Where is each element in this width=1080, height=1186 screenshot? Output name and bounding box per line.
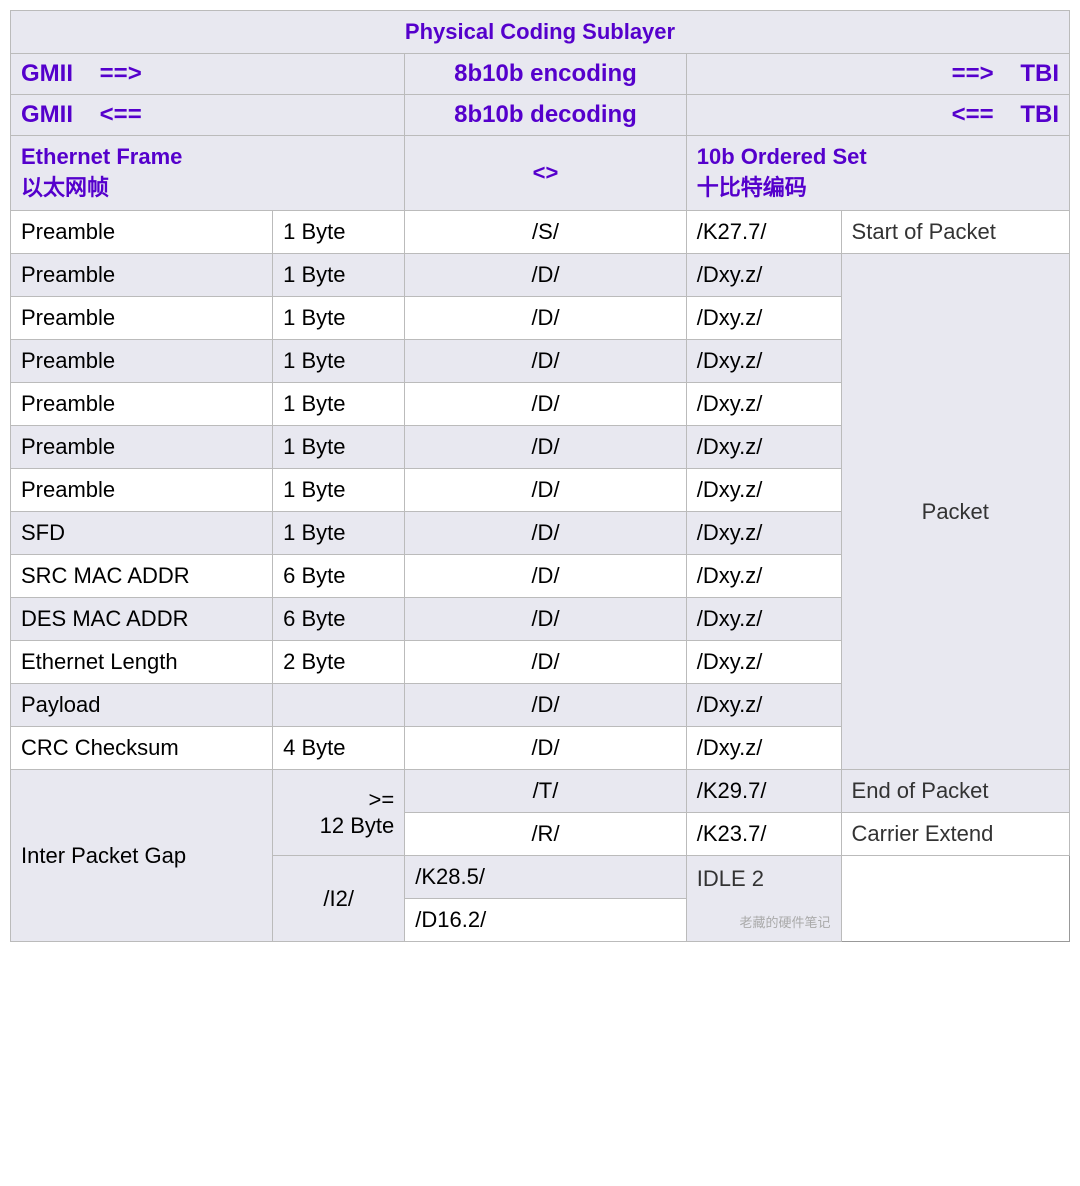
col-header-eth-zh: 以太网帧: [21, 175, 109, 200]
field-size-0: 1 Byte: [273, 211, 405, 254]
carrier-extend-cell: Carrier Extend: [841, 813, 1069, 856]
field-size-6: 1 Byte: [273, 469, 405, 512]
ipg-d1-1: /T/: [405, 770, 687, 813]
start-of-packet-cell: Start of Packet: [841, 211, 1069, 254]
field-name-7: SFD: [11, 512, 273, 555]
end-of-packet-cell: End of Packet: [841, 770, 1069, 813]
ipg-name-cell: Inter Packet Gap: [11, 770, 273, 942]
field-d2-9: /Dxy.z/: [686, 598, 841, 641]
field-size-8: 6 Byte: [273, 555, 405, 598]
field-d2-8: /Dxy.z/: [686, 555, 841, 598]
ipg-row-1: Inter Packet Gap >=12 Byte /T/ /K29.7/ E…: [11, 770, 1070, 813]
field-d2-6: /Dxy.z/: [686, 469, 841, 512]
field-d1-4: /D/: [405, 383, 687, 426]
field-d1-5: /D/: [405, 426, 687, 469]
field-size-4: 1 Byte: [273, 383, 405, 426]
field-d1-8: /D/: [405, 555, 687, 598]
gmii-right-2: <== TBI: [686, 95, 1069, 136]
idle-label: IDLE 2: [697, 866, 764, 891]
field-d1-7: /D/: [405, 512, 687, 555]
gmii-row-1: GMII ==> 8b10b encoding ==> TBI: [11, 54, 1070, 95]
ipg-d2-2: /K23.7/: [686, 813, 841, 856]
title-row: Physical Coding Sublayer: [11, 11, 1070, 54]
field-d2-10: /Dxy.z/: [686, 641, 841, 684]
field-name-9: DES MAC ADDR: [11, 598, 273, 641]
field-d1-10: /D/: [405, 641, 687, 684]
field-d1-2: /D/: [405, 297, 687, 340]
field-size-9: 6 Byte: [273, 598, 405, 641]
watermark-label: 老藏的硬件笔记: [697, 912, 831, 931]
col-header-arrow: <>: [405, 136, 687, 211]
field-d2-11: /Dxy.z/: [686, 684, 841, 727]
data-row-0: Preamble 1 Byte /S/ /K27.7/ Start of Pac…: [11, 211, 1070, 254]
field-d2-4: /Dxy.z/: [686, 383, 841, 426]
field-name-2: Preamble: [11, 297, 273, 340]
field-name-5: Preamble: [11, 426, 273, 469]
field-d2-12: /Dxy.z/: [686, 727, 841, 770]
col-header-ordered-zh: 十比特编码: [697, 175, 807, 200]
field-d1-1: /D/: [405, 254, 687, 297]
field-d1-11: /D/: [405, 684, 687, 727]
ipg-d2-3a: /K28.5/: [405, 856, 687, 899]
gmii-left-2: GMII <==: [11, 95, 405, 136]
field-size-1: 1 Byte: [273, 254, 405, 297]
page-title: Physical Coding Sublayer: [11, 11, 1070, 54]
gmii-row-2: GMII <== 8b10b decoding <== TBI: [11, 95, 1070, 136]
gmii-left-1: GMII ==>: [11, 54, 405, 95]
field-d1-6: /D/: [405, 469, 687, 512]
field-d2-0: /K27.7/: [686, 211, 841, 254]
field-d2-3: /Dxy.z/: [686, 340, 841, 383]
field-name-0: Preamble: [11, 211, 273, 254]
field-d1-0: /S/: [405, 211, 687, 254]
col-header-ordered-set: 10b Ordered Set 十比特编码: [686, 136, 1069, 211]
gmii-mid-2: 8b10b decoding: [405, 95, 687, 136]
field-size-10: 2 Byte: [273, 641, 405, 684]
field-d1-9: /D/: [405, 598, 687, 641]
field-name-12: CRC Checksum: [11, 727, 273, 770]
field-size-7: 1 Byte: [273, 512, 405, 555]
ipg-d1-3: /I2/: [273, 856, 405, 942]
field-d1-3: /D/: [405, 340, 687, 383]
field-name-8: SRC MAC ADDR: [11, 555, 273, 598]
ipg-size-cell: >=12 Byte: [273, 770, 405, 856]
main-table: Physical Coding Sublayer GMII ==> 8b10b …: [10, 10, 1070, 942]
field-name-4: Preamble: [11, 383, 273, 426]
col-header-ethernet: Ethernet Frame 以太网帧: [11, 136, 405, 211]
field-size-5: 1 Byte: [273, 426, 405, 469]
packet-span-cell: Packet: [841, 254, 1069, 770]
ipg-d2-1: /K29.7/: [686, 770, 841, 813]
field-name-6: Preamble: [11, 469, 273, 512]
field-d2-5: /Dxy.z/: [686, 426, 841, 469]
field-name-3: Preamble: [11, 340, 273, 383]
field-size-11: [273, 684, 405, 727]
data-row-1: Preamble 1 Byte /D/ /Dxy.z/ Packet: [11, 254, 1070, 297]
col-header-eth-label: Ethernet Frame: [21, 144, 182, 169]
field-size-12: 4 Byte: [273, 727, 405, 770]
ipg-d1-2: /R/: [405, 813, 687, 856]
field-size-3: 1 Byte: [273, 340, 405, 383]
ipg-d2-3b: /D16.2/: [405, 899, 687, 942]
idle-cell: IDLE 2 老藏的硬件笔记: [686, 856, 841, 942]
gmii-right-1: ==> TBI: [686, 54, 1069, 95]
field-name-11: Payload: [11, 684, 273, 727]
gmii-mid-1: 8b10b encoding: [405, 54, 687, 95]
field-d1-12: /D/: [405, 727, 687, 770]
field-size-2: 1 Byte: [273, 297, 405, 340]
field-d2-7: /Dxy.z/: [686, 512, 841, 555]
page-container: Physical Coding Sublayer GMII ==> 8b10b …: [0, 0, 1080, 952]
col-header-ordered-label: 10b Ordered Set: [697, 144, 867, 169]
field-name-1: Preamble: [11, 254, 273, 297]
col-header-row: Ethernet Frame 以太网帧 <> 10b Ordered Set 十…: [11, 136, 1070, 211]
field-d2-2: /Dxy.z/: [686, 297, 841, 340]
field-d2-1: /Dxy.z/: [686, 254, 841, 297]
field-name-10: Ethernet Length: [11, 641, 273, 684]
